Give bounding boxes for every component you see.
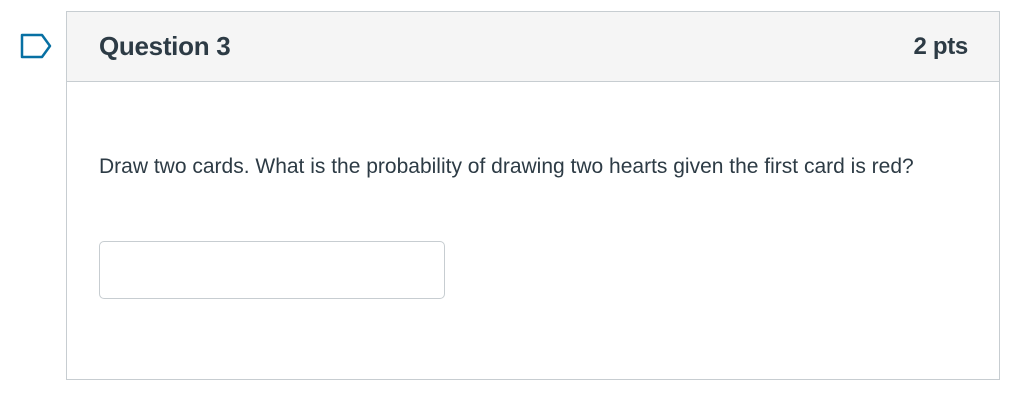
- question-text: Draw two cards. What is the probability …: [99, 155, 914, 178]
- question-header: Question 3 2 pts: [67, 12, 999, 82]
- question-card: Question 3 2 pts Draw two cards. What is…: [66, 11, 1000, 380]
- flag-question-icon[interactable]: [20, 33, 52, 59]
- quiz-page: Question 3 2 pts Draw two cards. What is…: [0, 0, 1024, 402]
- question-points: 2 pts: [913, 32, 968, 60]
- question-body: Draw two cards. What is the probability …: [67, 82, 999, 299]
- answer-input[interactable]: [99, 241, 445, 299]
- question-title: Question 3: [99, 31, 231, 61]
